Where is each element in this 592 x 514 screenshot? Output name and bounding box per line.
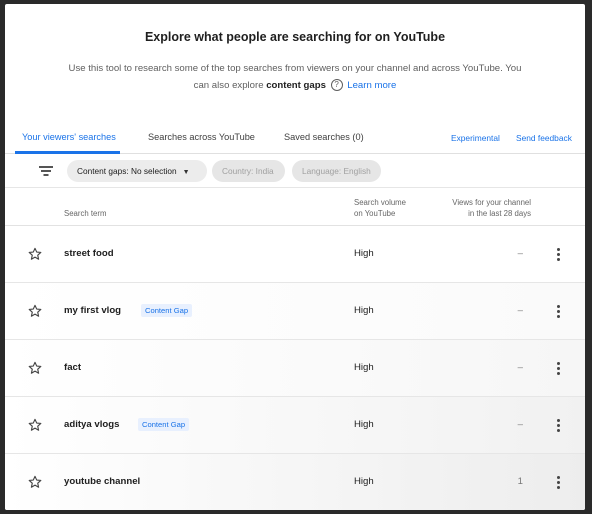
search-term: youtube channel [64, 476, 141, 487]
more-vert-icon[interactable] [554, 246, 562, 262]
filter-bar: Content gaps: No selection ▼ Country: Ind… [5, 154, 585, 188]
star-outline-icon[interactable] [27, 417, 43, 433]
more-vert-icon[interactable] [554, 417, 562, 433]
tab-your-viewers-searches[interactable]: Your viewers' searches [22, 132, 116, 142]
content-gaps-term: content gaps [266, 80, 326, 91]
content-gap-badge: Content Gap [138, 418, 190, 431]
page-description: Use this tool to research some of the to… [65, 60, 525, 94]
star-outline-icon[interactable] [27, 474, 43, 490]
content-gaps-label: Content gaps: No selection [77, 166, 177, 176]
chevron-down-icon: ▼ [182, 169, 190, 176]
search-term: my first vlog [64, 305, 122, 316]
star-outline-icon[interactable] [27, 303, 43, 319]
star-outline-icon[interactable] [27, 246, 43, 262]
tab-searches-across-youtube[interactable]: Searches across YouTube [148, 132, 255, 142]
search-term: fact [64, 362, 82, 373]
learn-more-link[interactable]: Learn more [347, 80, 396, 91]
language-filter-chip: Language: English [292, 160, 381, 182]
more-vert-icon[interactable] [554, 303, 562, 319]
country-filter-chip: Country: India [212, 160, 285, 182]
table-row[interactable]: youtube channel High 1 [5, 454, 585, 510]
tab-saved-searches[interactable]: Saved searches (0) [284, 132, 364, 142]
table-row[interactable]: fact High – [5, 340, 585, 397]
search-volume-value: High [354, 476, 374, 487]
channel-views-value: – [517, 305, 523, 316]
search-volume-value: High [354, 419, 374, 430]
column-search-volume-line2: on YouTube [354, 209, 396, 218]
tab-bar: Your viewers' searches Searches across Y… [5, 124, 585, 154]
more-vert-icon[interactable] [554, 360, 562, 376]
column-search-volume: Search volume on YouTube [354, 197, 406, 219]
help-icon[interactable]: ? [330, 79, 343, 92]
search-term: street food [64, 248, 114, 259]
star-outline-icon[interactable] [27, 360, 43, 376]
more-vert-icon[interactable] [554, 474, 562, 490]
column-search-volume-line1: Search volume [354, 198, 407, 207]
channel-views-value: – [517, 362, 523, 373]
send-feedback-link[interactable]: Send feedback [516, 133, 572, 143]
column-search-term: Search term [64, 209, 107, 218]
filter-icon[interactable] [39, 165, 53, 177]
channel-views-value: – [517, 248, 523, 259]
column-channel-views-line2: in the last 28 days [468, 209, 531, 218]
channel-views-value: 1 [517, 476, 523, 487]
table-row[interactable]: my first vlog Content Gap High – [5, 283, 585, 340]
content-gap-badge: Content Gap [141, 304, 193, 317]
column-channel-views-line1: Views for your channel [452, 198, 531, 207]
table-row[interactable]: street food High – [5, 226, 585, 283]
search-insights-panel: Explore what people are searching for on… [5, 4, 585, 510]
search-term: aditya vlogs [64, 419, 120, 430]
table-header: Search term Search volume on YouTube Vie… [5, 188, 585, 226]
search-volume-value: High [354, 248, 374, 259]
content-gaps-dropdown[interactable]: Content gaps: No selection ▼ [67, 160, 207, 182]
column-channel-views: Views for your channel in the last 28 da… [431, 197, 531, 219]
search-volume-value: High [354, 362, 374, 373]
page-title: Explore what people are searching for on… [144, 30, 446, 44]
table-row[interactable]: aditya vlogs Content Gap High – [5, 397, 585, 454]
experimental-link[interactable]: Experimental [451, 133, 500, 143]
channel-views-value: – [517, 419, 523, 430]
search-volume-value: High [354, 305, 374, 316]
